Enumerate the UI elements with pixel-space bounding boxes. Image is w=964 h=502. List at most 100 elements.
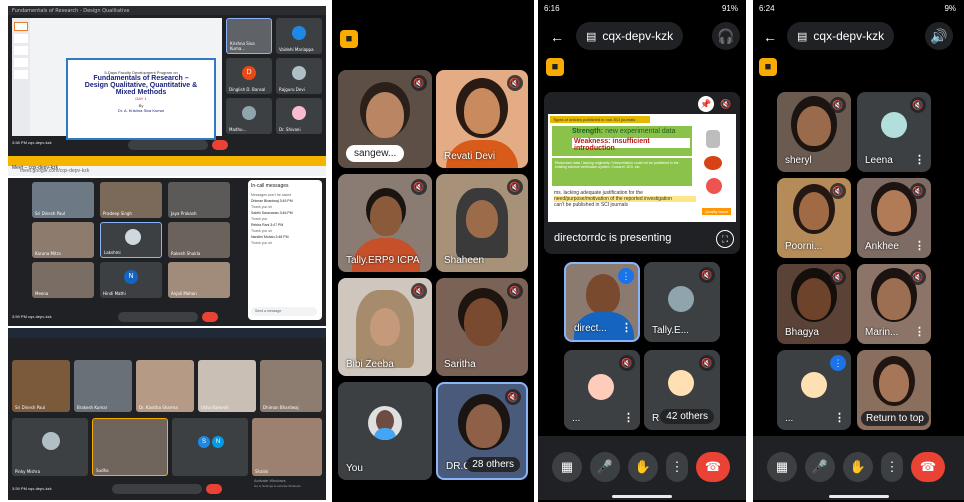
- participant-tile[interactable]: 🔇 R 42 others: [644, 350, 720, 430]
- participant-name: Poorni...: [785, 241, 823, 252]
- end-call-button[interactable]: [206, 484, 222, 494]
- raise-hand-icon[interactable]: ✋: [628, 452, 658, 482]
- desktop-screenshots-stack: Fundamentals of Research - Design Qualit…: [8, 6, 326, 500]
- meeting-code-pill[interactable]: ▤ cqx-depv-kzk: [787, 22, 895, 50]
- browser-address-bar[interactable]: meet.google.com/cqx-depv-kzk: [8, 166, 326, 176]
- participant-tile[interactable]: 🔇 sangew...: [338, 70, 432, 168]
- participant-name: ...: [572, 413, 581, 424]
- mic-icon[interactable]: 🎤: [805, 452, 835, 482]
- avatar: [881, 112, 907, 138]
- meet-controls[interactable]: [118, 312, 198, 322]
- participant-name: Leena: [865, 155, 893, 166]
- participant-tile[interactable]: 🔇 Bhagya: [777, 264, 851, 344]
- speaker-icon[interactable]: 🔊: [925, 22, 953, 50]
- meet-controls[interactable]: [128, 140, 208, 150]
- participant-tile[interactable]: Return to top: [857, 350, 931, 430]
- participant-name: Revati Devi: [444, 151, 496, 162]
- participant-tile[interactable]: ⋮ direct... ⋮: [564, 262, 640, 342]
- participant-name: direct...: [574, 323, 607, 334]
- meet-badge-icon[interactable]: ■: [546, 58, 564, 76]
- participant-tile[interactable]: 🔇 sheryl: [777, 92, 851, 172]
- slide-figures: [700, 128, 730, 204]
- return-to-top-button[interactable]: Return to top: [861, 411, 929, 426]
- participant-tile[interactable]: 🔇 DR.G 28 others: [436, 382, 528, 480]
- participant-tile[interactable]: 🔇 Saritha: [436, 278, 528, 376]
- participant-tile[interactable]: 🔇 Tally.ERP9 ICPA: [338, 174, 432, 272]
- participant-tile[interactable]: 🔇 Revati Devi: [436, 70, 528, 168]
- participant-name: Ankhee: [865, 241, 899, 252]
- meeting-code-pill[interactable]: ▤ cqx-depv-kzk: [576, 22, 684, 50]
- more-options-icon[interactable]: ⋮: [914, 325, 925, 338]
- more-options-icon[interactable]: ⋮: [666, 452, 688, 482]
- more-options-icon[interactable]: ⋮: [881, 452, 903, 482]
- others-count[interactable]: 42 others: [660, 409, 714, 424]
- mic-off-icon: 🔇: [507, 283, 523, 299]
- end-call-button[interactable]: [212, 140, 228, 150]
- participant-side-grid: Krishna Siva Kuma... Vaidehi Mariappa DD…: [226, 18, 326, 136]
- end-call-button[interactable]: ☎: [911, 452, 945, 482]
- pin-icon[interactable]: 📌: [698, 96, 714, 112]
- mic-off-icon[interactable]: 🎤: [590, 452, 620, 482]
- mic-off-icon: 🔇: [830, 183, 846, 199]
- home-indicator: [829, 495, 889, 498]
- status-time: 6:24: [759, 4, 775, 13]
- speaking-indicator-icon: ⋮: [618, 268, 634, 284]
- raise-hand-icon[interactable]: ✋: [843, 452, 873, 482]
- headphones-icon[interactable]: 🎧: [712, 22, 740, 50]
- chat-panel: In-call messages Messages won't be saved…: [248, 180, 322, 320]
- calendar-icon: ▤: [586, 30, 597, 43]
- more-options-icon[interactable]: ⋮: [623, 411, 634, 424]
- avatar: [801, 372, 827, 398]
- status-time: 6:16: [544, 4, 560, 13]
- fullscreen-icon[interactable]: ⛶: [716, 230, 734, 248]
- participant-tile[interactable]: 🔇 Marin... ⋮: [857, 264, 931, 344]
- participant-tile[interactable]: 🔇 Leena ⋮: [857, 92, 931, 172]
- presenting-label: directorrdc is presenting: [554, 232, 672, 244]
- taskbar: [8, 328, 326, 338]
- camera-off-icon[interactable]: ▦: [767, 452, 797, 482]
- mic-off-icon: 🔇: [718, 96, 734, 112]
- mic-off-icon: 🔇: [411, 75, 427, 91]
- participant-name: Tally.ERP9 ICPA: [346, 255, 420, 266]
- mic-off-icon: 🔇: [830, 97, 846, 113]
- back-arrow-icon[interactable]: ←: [757, 24, 783, 50]
- phone-screen-gallery: ■ 🔇 sangew... 🔇 Revati Devi 🔇 Tally.ERP9…: [332, 0, 534, 502]
- more-options-icon[interactable]: ⋮: [914, 153, 925, 166]
- participant-name: sheryl: [785, 155, 812, 166]
- chat-title: In-call messages: [251, 183, 289, 189]
- back-arrow-icon[interactable]: ←: [544, 24, 570, 50]
- meet-window: Sri Dinesh Paul Pradeep Singh Jaya Praka…: [8, 178, 326, 326]
- self-tile[interactable]: You: [338, 382, 432, 480]
- camera-off-icon[interactable]: ▦: [552, 452, 582, 482]
- participant-tile[interactable]: 🔇 Shaheen: [436, 174, 528, 272]
- participant-tile[interactable]: ⋮ ... ⋮: [777, 350, 851, 430]
- end-call-button[interactable]: [202, 312, 218, 322]
- more-options-icon[interactable]: ⋮: [914, 239, 925, 252]
- presentation-tile[interactable]: Types of articles published in non-SCI j…: [544, 92, 740, 254]
- participant-tile[interactable]: 🔇 Ankhee ⋮: [857, 178, 931, 258]
- avatar: [368, 406, 402, 440]
- call-controls: ▦ 🎤 ✋ ⋮ ☎: [753, 436, 964, 500]
- meet-badge-icon[interactable]: ■: [759, 58, 777, 76]
- desktop-screen-2: Meet – cqx-depv-kzk meet.google.com/cqx-…: [8, 156, 326, 338]
- avatar: [588, 374, 614, 400]
- participant-tile[interactable]: 🔇 Bibi Zeeba: [338, 278, 432, 376]
- meet-controls[interactable]: [112, 484, 202, 494]
- speaking-indicator-icon: ⋮: [830, 355, 846, 371]
- mic-off-icon: 🔇: [411, 179, 427, 195]
- meet-badge-icon[interactable]: ■: [340, 30, 358, 48]
- more-options-icon[interactable]: ⋮: [834, 411, 845, 424]
- chat-input[interactable]: Send a message: [251, 307, 317, 316]
- mic-off-icon: 🔇: [910, 97, 926, 113]
- mic-off-icon: 🔇: [411, 283, 427, 299]
- participant-tile[interactable]: 🔇 ... ⋮: [564, 350, 640, 430]
- participant-name: R: [652, 413, 660, 424]
- participant-tile[interactable]: 🔇 Poorni...: [777, 178, 851, 258]
- mic-off-icon: 🔇: [830, 269, 846, 285]
- end-call-button[interactable]: ☎: [696, 452, 730, 482]
- mic-off-icon: 🔇: [910, 269, 926, 285]
- more-options-icon[interactable]: ⋮: [621, 321, 632, 334]
- mic-off-icon: 🔇: [507, 75, 523, 91]
- others-count[interactable]: 28 others: [466, 457, 520, 472]
- participant-tile[interactable]: 🔇 Tally.E...: [644, 262, 720, 342]
